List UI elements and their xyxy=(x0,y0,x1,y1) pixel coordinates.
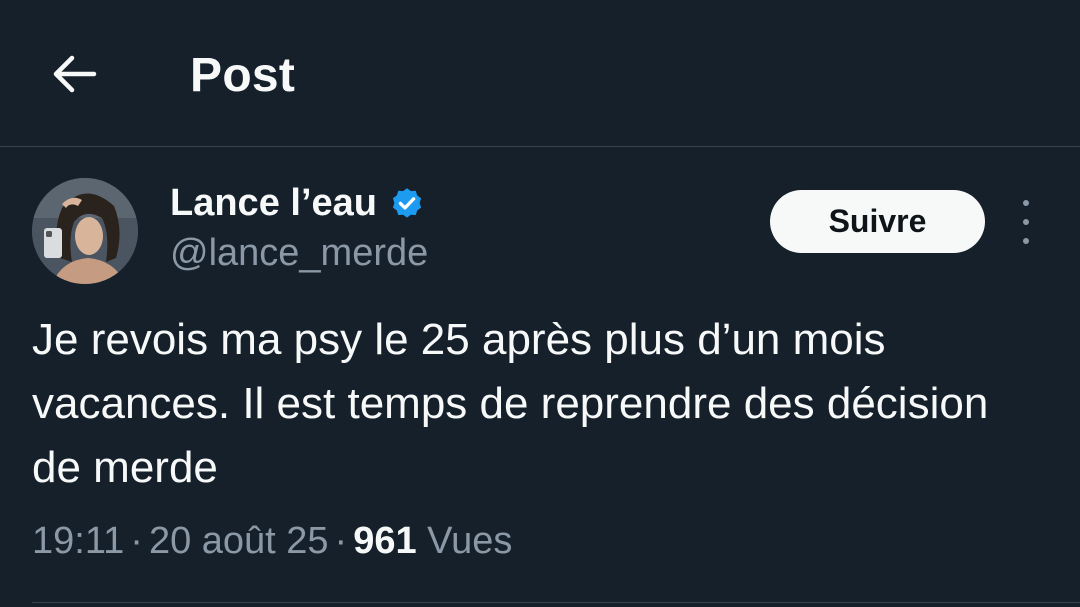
author-handle[interactable]: @lance_merde xyxy=(170,232,428,275)
display-name[interactable]: Lance l’eau xyxy=(170,182,377,225)
post-text: Je revois ma psy le 25 après plus d’un m… xyxy=(32,315,989,492)
verified-badge-icon xyxy=(392,187,422,218)
back-button[interactable] xyxy=(44,46,104,102)
more-options-button[interactable] xyxy=(1012,200,1040,244)
author-name-row[interactable]: Lance l’eau xyxy=(170,182,425,225)
more-vertical-icon xyxy=(1023,200,1029,206)
views-label: Vues xyxy=(427,520,513,562)
divider xyxy=(32,602,1080,603)
avatar-image xyxy=(32,178,138,284)
post-meta: 19:11 · 20 août 25 · 961 Vues xyxy=(32,520,513,562)
more-vertical-icon xyxy=(1023,219,1029,225)
top-bar: Post xyxy=(0,0,1080,147)
post-screen: Post Lance l’eau @lance_merde Suivre Je … xyxy=(0,0,1080,607)
follow-button[interactable]: Suivre xyxy=(770,190,985,253)
more-vertical-icon xyxy=(1023,238,1029,244)
views-count: 961 xyxy=(353,520,417,562)
page-title: Post xyxy=(190,49,296,102)
post-date[interactable]: 20 août 25 xyxy=(149,520,329,562)
post-time[interactable]: 19:11 xyxy=(32,520,124,562)
arrow-left-icon xyxy=(53,55,97,93)
avatar[interactable] xyxy=(32,178,138,284)
